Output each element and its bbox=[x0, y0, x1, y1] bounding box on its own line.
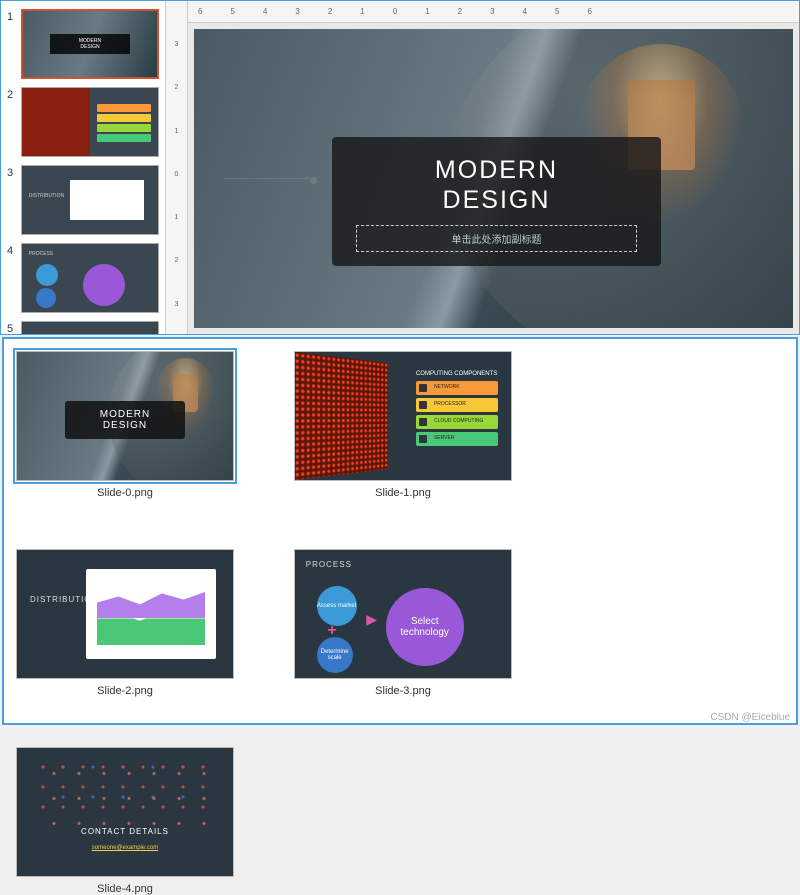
file-grid: MODERNDESIGN Slide-0.png COMPUTING COMPO… bbox=[16, 351, 784, 895]
slide-preview-2[interactable] bbox=[21, 87, 159, 157]
horizontal-ruler: 6543210123456 bbox=[188, 1, 799, 23]
circuit-decoration bbox=[224, 155, 332, 215]
slide-canvas[interactable]: MODERN DESIGN 单击此处添加副标题 bbox=[194, 29, 793, 328]
file-item[interactable]: MODERNDESIGN Slide-0.png bbox=[16, 351, 234, 499]
slide-preview-3[interactable]: DISTRIBUTION bbox=[21, 165, 159, 235]
slide-thumbnail-panel[interactable]: 1 MODERNDESIGN 2 3 DISTRIBUTION bbox=[1, 1, 166, 334]
file-item[interactable]: CONTACT DETAILS someone@example.com Slid… bbox=[16, 747, 234, 895]
file-name: Slide-3.png bbox=[294, 685, 512, 697]
file-name: Slide-2.png bbox=[16, 685, 234, 697]
slide-thumbnail[interactable]: 1 MODERNDESIGN bbox=[1, 5, 165, 83]
area-chart bbox=[86, 569, 216, 659]
file-name: Slide-4.png bbox=[16, 883, 234, 895]
file-thumbnail: DISTRIBUTION bbox=[16, 549, 234, 679]
slide-thumbnail[interactable]: 2 bbox=[1, 83, 165, 161]
file-item[interactable]: PROCESS Assess market + Determine scale … bbox=[294, 549, 512, 697]
file-explorer: MODERNDESIGN Slide-0.png COMPUTING COMPO… bbox=[2, 337, 798, 725]
slide-thumbnail[interactable]: 3 DISTRIBUTION bbox=[1, 161, 165, 239]
slide-thumbnail[interactable]: 4 PROCESS bbox=[1, 239, 165, 317]
slide-number: 4 bbox=[7, 243, 21, 257]
editor-area: 3 2 1 0 1 2 3 6543210123456 MODERN DESIG… bbox=[166, 1, 799, 334]
slide-preview-1[interactable]: MODERNDESIGN bbox=[21, 9, 159, 79]
watermark: CSDN @Eiceblue bbox=[710, 712, 790, 723]
circuit-board-image bbox=[295, 352, 388, 480]
slide-title[interactable]: MODERN DESIGN bbox=[356, 155, 637, 215]
network-visualization bbox=[39, 761, 212, 825]
arrow-icon: ▶ bbox=[366, 611, 377, 628]
editor-main: 6543210123456 MODERN DESIGN 单击此处添加副标题 bbox=[188, 1, 799, 334]
title-container[interactable]: MODERN DESIGN 单击此处添加副标题 bbox=[332, 137, 661, 266]
file-name: Slide-1.png bbox=[294, 487, 512, 499]
powerpoint-editor: 1 MODERNDESIGN 2 3 DISTRIBUTION bbox=[0, 0, 800, 335]
file-item[interactable]: DISTRIBUTION Slide-2.png bbox=[16, 549, 234, 697]
file-name: Slide-0.png bbox=[16, 487, 234, 499]
vertical-ruler: 3 2 1 0 1 2 3 bbox=[166, 1, 188, 334]
file-thumbnail: COMPUTING COMPONENTS NETWORK PROCESSOR C… bbox=[294, 351, 512, 481]
slide-preview-4[interactable]: PROCESS bbox=[21, 243, 159, 313]
slide-number: 3 bbox=[7, 165, 21, 179]
slide-number: 1 bbox=[7, 9, 21, 23]
slide-preview-5[interactable] bbox=[21, 321, 159, 334]
file-thumbnail: CONTACT DETAILS someone@example.com bbox=[16, 747, 234, 877]
file-thumbnail: MODERNDESIGN bbox=[16, 351, 234, 481]
file-thumbnail: PROCESS Assess market + Determine scale … bbox=[294, 549, 512, 679]
file-item[interactable]: COMPUTING COMPONENTS NETWORK PROCESSOR C… bbox=[294, 351, 512, 499]
subtitle-placeholder[interactable]: 单击此处添加副标题 bbox=[356, 225, 637, 252]
slide-number: 5 bbox=[7, 321, 21, 334]
slide-number: 2 bbox=[7, 87, 21, 101]
slide-thumbnail[interactable]: 5 bbox=[1, 317, 165, 334]
mini-title: MODERNDESIGN bbox=[65, 401, 186, 439]
